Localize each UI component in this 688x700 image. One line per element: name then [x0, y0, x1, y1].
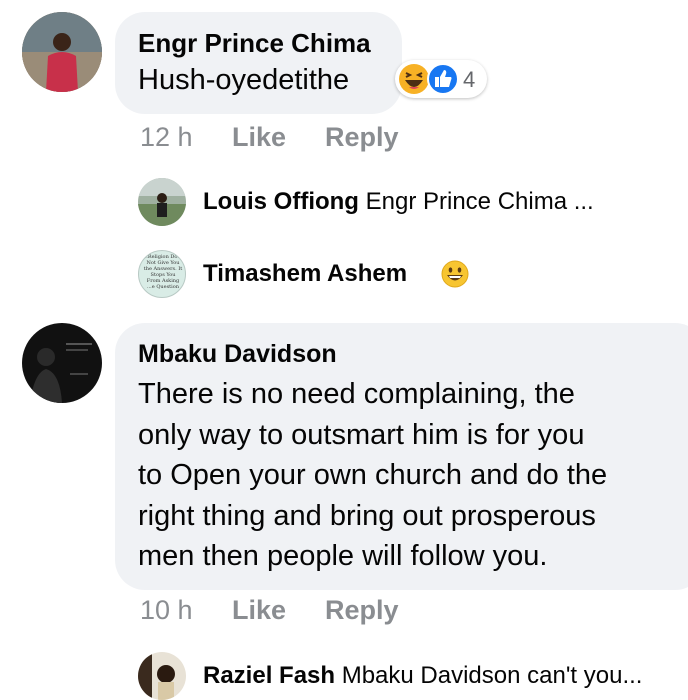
- reaction-count: 4: [463, 67, 476, 92]
- comment-text-line: only way to outsmart him is for you: [138, 418, 585, 451]
- reply-preview: Mbaku Davidson can't you...: [341, 662, 643, 689]
- avatar-raziel-fash[interactable]: [138, 652, 186, 700]
- comment-time[interactable]: 10 h: [140, 595, 193, 626]
- comment-text-line: There is no need complaining, the: [138, 378, 575, 410]
- avatar-louis-offiong[interactable]: [138, 178, 186, 226]
- reply-preview-row[interactable]: Louis Offiong Engr Prince Chima ...: [203, 188, 594, 216]
- comment-text: There is no need complaining, the only w…: [138, 374, 607, 577]
- avatar-photo: [22, 12, 102, 92]
- comment-author[interactable]: Engr Prince Chima: [138, 28, 371, 59]
- avatar-quote-text: ...Religion Does Not Give You the Answer…: [141, 254, 185, 290]
- grinning-face-icon: [441, 260, 469, 288]
- comment-time[interactable]: 12 h: [140, 122, 193, 152]
- like-icon: [427, 63, 459, 95]
- comment-text-line: men then people will follow you.: [138, 540, 548, 572]
- reply-author[interactable]: Timashem Ashem: [203, 260, 407, 287]
- reply-author[interactable]: Raziel Fash: [203, 662, 335, 689]
- comment-text-line: right thing and bring out prosperous: [138, 499, 596, 532]
- reply-link[interactable]: Reply: [325, 595, 399, 626]
- avatar-photo: [22, 323, 102, 403]
- reply-preview-row[interactable]: Timashem Ashem: [203, 260, 407, 288]
- avatar-mbaku-davidson[interactable]: [22, 323, 102, 403]
- reply-preview: Engr Prince Chima ...: [365, 188, 594, 215]
- comment-text-line: to Open your own church and do the: [138, 459, 608, 491]
- avatar-engr-prince-chima[interactable]: [22, 12, 102, 92]
- reply-preview-row[interactable]: Raziel Fash Mbaku Davidson can't you...: [203, 662, 642, 690]
- avatar-quote-line: ...e Question: [147, 284, 179, 290]
- reply-link[interactable]: Reply: [325, 122, 399, 153]
- comment-text: Hush-oyedetithe: [138, 64, 350, 96]
- comment-bubble[interactable]: Engr Prince Chima Hush-oyedetithe: [115, 12, 402, 114]
- avatar-photo: [138, 652, 186, 700]
- reaction-summary[interactable]: 4: [395, 60, 487, 98]
- like-link[interactable]: Like: [232, 122, 286, 153]
- comment-author[interactable]: Mbaku Davidson: [138, 340, 337, 369]
- reply-author[interactable]: Louis Offiong: [203, 188, 359, 215]
- avatar-photo: [138, 178, 186, 226]
- like-link[interactable]: Like: [232, 595, 286, 626]
- avatar-timashem-ashem[interactable]: ...Religion Does Not Give You the Answer…: [138, 250, 186, 298]
- comment-actions: 12 h: [140, 122, 193, 153]
- comment-bubble[interactable]: Mbaku Davidson There is no need complain…: [115, 323, 688, 590]
